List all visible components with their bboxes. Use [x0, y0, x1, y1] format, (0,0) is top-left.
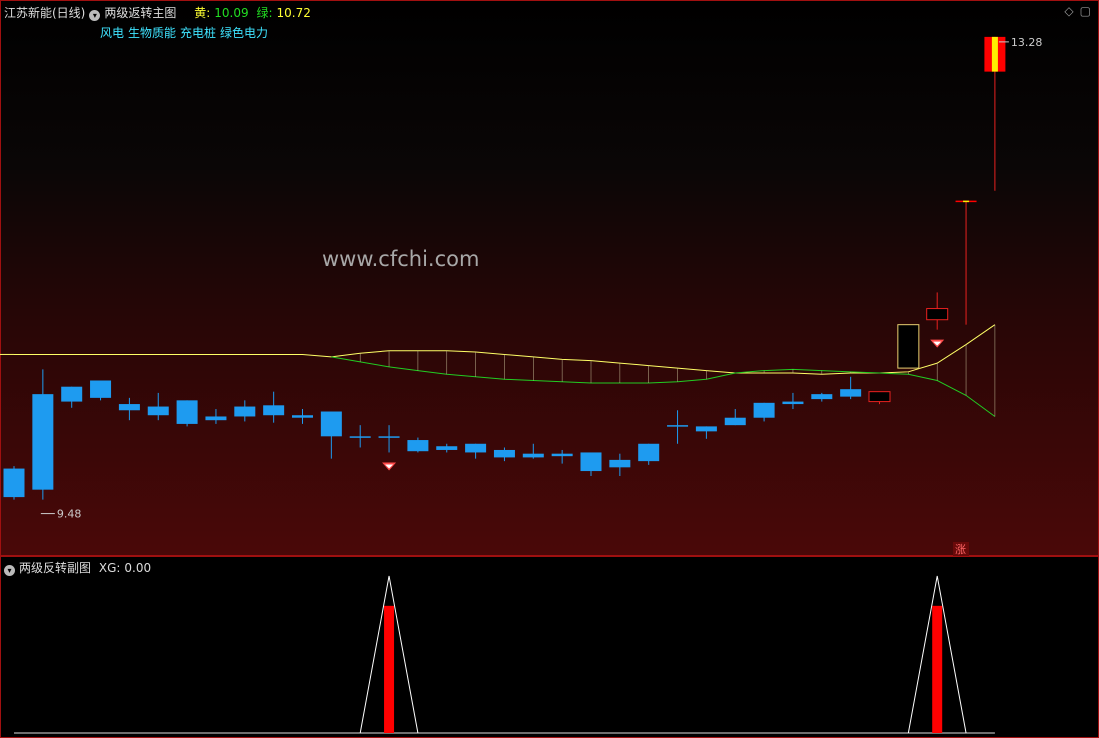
candle-body [90, 380, 112, 398]
candle [61, 386, 83, 408]
candle [378, 425, 400, 453]
candle [811, 392, 833, 402]
watermark: www.cfchi.com [322, 247, 480, 271]
candle [551, 449, 573, 464]
candle-body [782, 401, 804, 405]
candle-body [349, 436, 371, 438]
green-line [331, 356, 996, 417]
candle [695, 426, 717, 439]
candle-body [840, 389, 862, 397]
candle-body [811, 394, 833, 400]
candle-body [926, 308, 949, 321]
candle-body [638, 443, 660, 462]
candle-body [465, 443, 487, 453]
chevron-down-icon[interactable]: ▾ [4, 565, 15, 576]
candle-body [320, 411, 342, 437]
candle [580, 452, 602, 477]
candle-body [263, 405, 285, 416]
candle-body [32, 394, 54, 490]
candle-body [695, 426, 717, 432]
yellow-value: 10.09 [214, 6, 249, 20]
xg-signal-bar [932, 605, 943, 733]
candle-body [868, 391, 891, 403]
chevron-down-icon[interactable]: ▾ [89, 10, 101, 21]
sector-tag[interactable]: 充电桩 [180, 26, 216, 40]
main-header: 江苏新能(日线) ▾ 两级返转主图 黄: 10.09 绿: 10.72 [4, 4, 315, 21]
green-value: 10.72 [276, 6, 311, 20]
candle [205, 409, 227, 424]
candle-body [205, 416, 227, 421]
candle [493, 447, 515, 462]
xg-signal-bar [384, 605, 395, 733]
candle [118, 397, 140, 421]
candle [263, 391, 285, 423]
candle-body [609, 459, 631, 468]
candle-body [407, 440, 429, 452]
low-price-label: 9.48 [57, 508, 82, 521]
candle-body [436, 446, 458, 450]
candle [90, 380, 112, 401]
indicator-main-name[interactable]: 两级返转主图 [104, 6, 176, 20]
candle [897, 324, 920, 369]
diamond-icon[interactable]: ◇ [1064, 4, 1073, 18]
sector-tag[interactable]: 绿色电力 [220, 26, 268, 40]
candle-body [61, 386, 83, 402]
candle-body [580, 452, 602, 472]
candle [955, 200, 977, 325]
candle [147, 392, 169, 421]
candle-body-core [963, 200, 970, 203]
candle-body [897, 324, 920, 369]
candle [3, 466, 25, 500]
window-controls: ◇ ▢ [1058, 4, 1091, 18]
candle-body [667, 425, 689, 427]
xg-label: XG: [98, 561, 121, 575]
candle-body-core [991, 36, 998, 72]
candle [667, 410, 689, 444]
candle-body [753, 402, 775, 418]
candle [638, 443, 660, 465]
candle [349, 425, 371, 448]
candle [782, 392, 804, 410]
candle [32, 369, 54, 500]
zhang-badge: 涨 [955, 543, 966, 556]
candle-body [147, 406, 169, 416]
candle [840, 376, 862, 400]
candle-body [176, 400, 198, 424]
candle-body [118, 404, 140, 411]
candle-body [234, 406, 256, 417]
candle [436, 443, 458, 453]
high-price-label: 13.28 [1011, 36, 1043, 49]
candle-body [551, 453, 573, 457]
candle-body [493, 449, 515, 458]
candle [753, 402, 775, 422]
candle-body [378, 436, 400, 438]
candle [724, 409, 746, 426]
candle-body [3, 468, 25, 498]
candle [176, 400, 198, 427]
sector-tag[interactable]: 风电 [100, 26, 124, 40]
candle [465, 443, 487, 459]
sub-header: ▾ 两级反转副图 XG: 0.00 [4, 559, 155, 576]
stock-name[interactable]: 江苏新能(日线) [4, 6, 85, 20]
candle [609, 453, 631, 477]
square-icon[interactable]: ▢ [1080, 4, 1091, 18]
xg-value: 0.00 [124, 561, 152, 575]
candle-body [522, 453, 544, 458]
sector-tags: 风电 生物质能 充电桩 绿色电力 [100, 24, 272, 41]
candle [407, 437, 429, 453]
chart-canvas: 13.28 9.48 涨 [0, 36, 1043, 734]
green-label: 绿: [256, 6, 273, 20]
candle [926, 292, 949, 330]
yellow-label: 黄: [194, 6, 211, 20]
sub-indicator-name[interactable]: 两级反转副图 [19, 561, 91, 575]
candle [984, 36, 1006, 191]
sector-tag[interactable]: 生物质能 [128, 26, 176, 40]
candle-body [292, 415, 313, 418]
candle [292, 409, 313, 424]
candle-body [724, 417, 746, 426]
candle [522, 443, 544, 459]
candle [320, 411, 342, 459]
candle [868, 391, 891, 405]
candle [234, 400, 256, 422]
